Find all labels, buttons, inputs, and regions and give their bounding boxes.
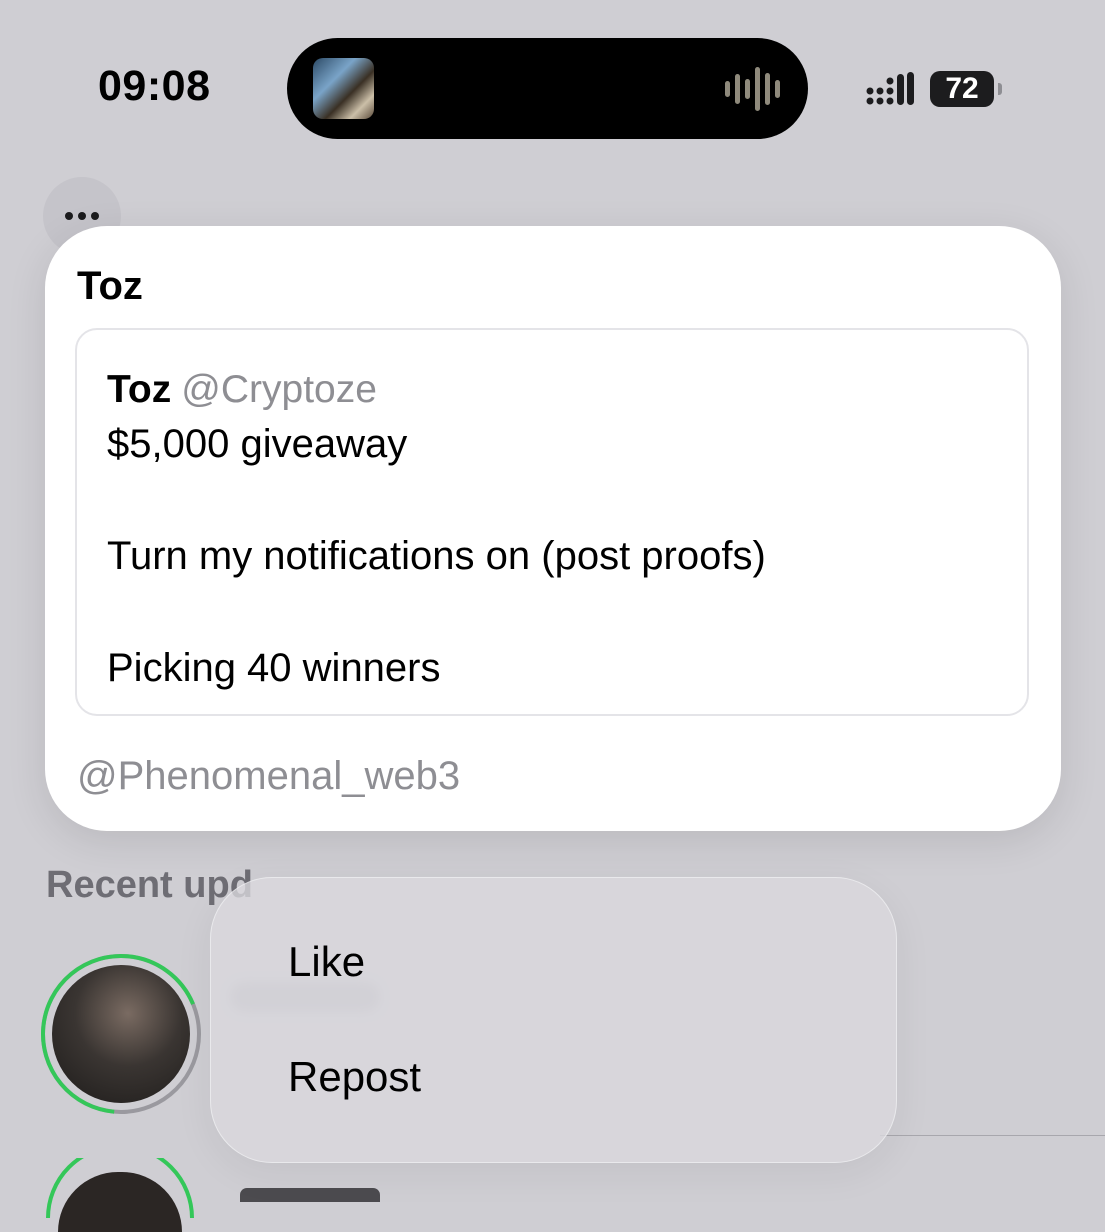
avatar[interactable] — [52, 965, 190, 1103]
dynamic-island[interactable] — [287, 38, 808, 139]
more-dot — [91, 212, 99, 220]
now-playing-thumbnail — [313, 58, 374, 119]
battery-icon: 72 — [930, 71, 1002, 107]
signal-icon — [866, 72, 914, 105]
card-footer-handle: @Phenomenal_web3 — [77, 754, 461, 798]
message-preview-card[interactable]: Toz Toz @Cryptoze $5,000 giveaway Turn my… — [45, 226, 1061, 831]
divider — [880, 1135, 1105, 1136]
quoted-text-line: Turn my notifications on (post proofs) — [107, 534, 766, 578]
card-sender-name: Toz — [77, 264, 143, 308]
quoted-author-name: Toz — [107, 368, 172, 411]
quoted-text-line: Picking 40 winners — [107, 646, 441, 690]
quoted-post-header: Toz @Cryptoze — [107, 368, 377, 412]
quoted-post[interactable]: Toz @Cryptoze $5,000 giveaway Turn my not… — [75, 328, 1029, 716]
status-time: 09:08 — [98, 62, 211, 110]
more-dot — [65, 212, 73, 220]
like-menu-item[interactable]: Like — [288, 938, 365, 986]
status-bar: 09:08 72 — [0, 0, 1105, 180]
context-menu: Like Repost — [210, 877, 897, 1163]
quoted-author-handle: @Cryptoze — [181, 368, 377, 411]
audio-waveform-icon — [725, 67, 780, 111]
more-dot — [78, 212, 86, 220]
repost-menu-item[interactable]: Repost — [288, 1053, 421, 1101]
quoted-text-line: $5,000 giveaway — [107, 422, 408, 466]
